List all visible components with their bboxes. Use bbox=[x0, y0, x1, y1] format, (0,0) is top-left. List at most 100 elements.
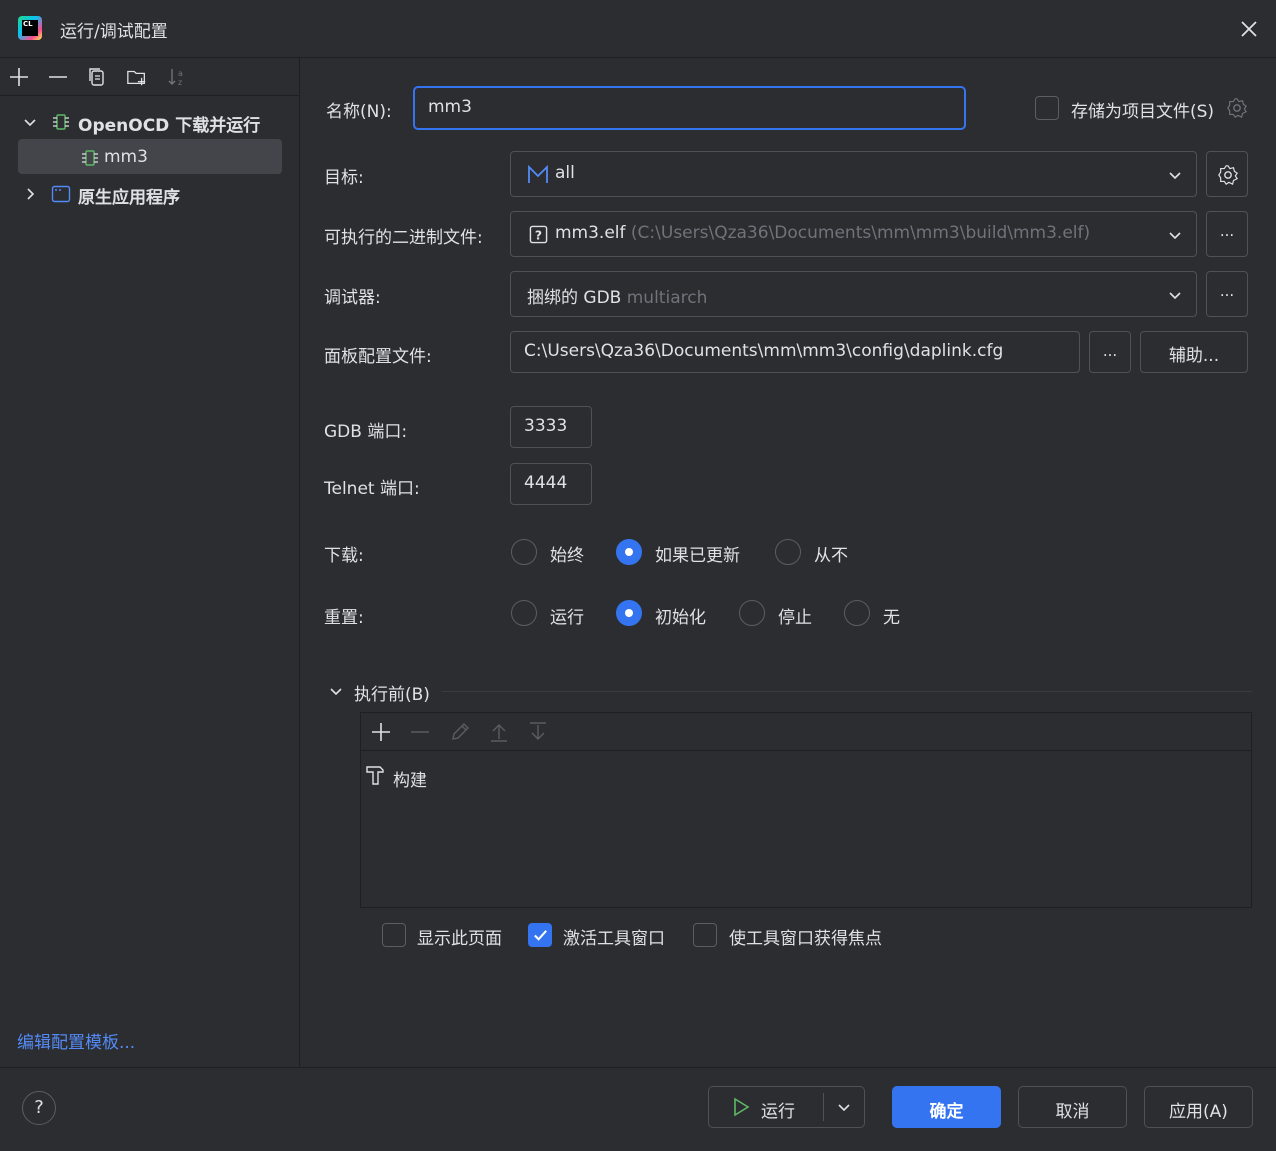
reset-init-radio[interactable] bbox=[616, 600, 642, 626]
logo-text: CL bbox=[22, 20, 38, 36]
chip-icon bbox=[82, 150, 98, 166]
focus-tool-window-checkbox[interactable] bbox=[693, 923, 717, 947]
run-button[interactable]: 运行 bbox=[708, 1086, 865, 1128]
title-bar: CL 运行/调试配置 bbox=[0, 0, 1276, 58]
store-project-file-checkbox[interactable] bbox=[1035, 96, 1059, 120]
executable-combo[interactable]: ? mm3.elf (C:\Users\Qza36\Documents\mm\m… bbox=[510, 211, 1197, 257]
reset-run-radio[interactable] bbox=[511, 600, 537, 626]
download-if-updated-radio[interactable] bbox=[616, 539, 642, 565]
gdb-port-input[interactable] bbox=[510, 406, 592, 448]
show-page-label: 显示此页面 bbox=[417, 929, 502, 949]
reset-run-label: 运行 bbox=[550, 608, 584, 628]
chevron-down-icon[interactable] bbox=[328, 683, 344, 699]
download-never-radio[interactable] bbox=[775, 539, 801, 565]
copy-icon[interactable] bbox=[86, 66, 108, 88]
before-launch-toolbar bbox=[361, 713, 1251, 751]
board-config-browse-button[interactable]: ... bbox=[1089, 331, 1131, 373]
help-button[interactable]: ? bbox=[22, 1091, 56, 1125]
target-combo[interactable]: all bbox=[510, 151, 1197, 197]
focus-tool-window-label: 使工具窗口获得焦点 bbox=[729, 929, 882, 949]
svg-text:a: a bbox=[178, 69, 183, 78]
reset-halt-radio[interactable] bbox=[739, 600, 765, 626]
dialog-footer: ? 运行 确定 取消 应用(A) bbox=[0, 1067, 1276, 1151]
download-always-radio[interactable] bbox=[511, 539, 537, 565]
edit-icon[interactable] bbox=[449, 721, 471, 743]
assist-button[interactable]: 辅助... bbox=[1140, 331, 1248, 373]
telnet-port-input-text[interactable] bbox=[524, 473, 588, 493]
apply-label: 应用(A) bbox=[1169, 1102, 1228, 1122]
before-launch-task-list: 构建 bbox=[360, 712, 1252, 908]
remove-icon[interactable] bbox=[409, 721, 431, 743]
target-label: 目标: bbox=[324, 168, 364, 188]
add-icon[interactable] bbox=[370, 721, 392, 743]
activate-tool-window-checkbox[interactable] bbox=[528, 923, 552, 947]
before-launch-title[interactable]: 执行前(B) bbox=[354, 680, 430, 705]
telnet-port-label: Telnet 端口: bbox=[324, 479, 420, 499]
move-down-icon[interactable] bbox=[527, 721, 549, 743]
run-label: 运行 bbox=[761, 1102, 795, 1122]
new-folder-icon[interactable] bbox=[126, 66, 148, 88]
executable-browse-button[interactable]: ... bbox=[1206, 211, 1248, 257]
target-settings-button[interactable] bbox=[1206, 151, 1248, 197]
tree-item-label: mm3 bbox=[104, 147, 148, 167]
ok-button[interactable]: 确定 bbox=[892, 1086, 1001, 1128]
chevron-down-icon[interactable] bbox=[22, 114, 38, 130]
apply-button[interactable]: 应用(A) bbox=[1144, 1086, 1253, 1128]
sort-icon[interactable]: a z bbox=[166, 66, 188, 88]
board-config-input[interactable] bbox=[510, 331, 1080, 373]
download-if-updated-label: 如果已更新 bbox=[655, 546, 740, 566]
cancel-label: 取消 bbox=[1055, 1102, 1090, 1122]
name-input[interactable] bbox=[413, 86, 966, 130]
activate-tool-window-label: 激活工具窗口 bbox=[563, 929, 665, 949]
tree-item-label: 原生应用程序 bbox=[78, 188, 180, 208]
target-value: all bbox=[555, 163, 575, 183]
chevron-right-icon[interactable] bbox=[22, 186, 38, 202]
name-input-text[interactable] bbox=[428, 97, 868, 117]
name-label: 名称(N): bbox=[326, 102, 392, 122]
chip-icon bbox=[53, 114, 69, 130]
store-project-file-label: 存储为项目文件(S) bbox=[1071, 102, 1215, 122]
show-page-checkbox[interactable] bbox=[382, 923, 406, 947]
tree-item-label: OpenOCD 下载并运行 bbox=[78, 116, 261, 136]
cancel-button[interactable]: 取消 bbox=[1018, 1086, 1127, 1128]
reset-label: 重置: bbox=[324, 608, 364, 628]
browse-label: ... bbox=[1102, 342, 1118, 360]
executable-label: 可执行的二进制文件: bbox=[324, 228, 483, 248]
hammer-icon bbox=[366, 766, 384, 785]
makefile-icon bbox=[528, 165, 548, 183]
telnet-port-input[interactable] bbox=[510, 463, 592, 505]
board-config-input-text[interactable] bbox=[524, 341, 1070, 361]
help-label: ? bbox=[34, 1097, 44, 1118]
download-never-label: 从不 bbox=[814, 546, 848, 566]
debugger-combo[interactable]: 捆绑的 GDB multiarch bbox=[510, 271, 1197, 317]
remove-icon[interactable] bbox=[47, 66, 69, 88]
move-up-icon[interactable] bbox=[488, 721, 510, 743]
add-icon[interactable] bbox=[8, 66, 30, 88]
debugger-hint: multiarch bbox=[626, 288, 708, 308]
chevron-down-icon bbox=[1169, 232, 1181, 240]
close-icon[interactable] bbox=[1236, 16, 1262, 42]
window-title: 运行/调试配置 bbox=[60, 22, 168, 42]
gear-icon[interactable] bbox=[1226, 97, 1248, 119]
debugger-label: 调试器: bbox=[324, 288, 381, 308]
browse-label: ... bbox=[1219, 282, 1235, 300]
list-item[interactable]: 构建 bbox=[361, 759, 1251, 793]
reset-halt-label: 停止 bbox=[778, 608, 812, 628]
chevron-down-icon[interactable] bbox=[837, 1100, 851, 1114]
executable-value: mm3.elf (C:\Users\Qza36\Documents\mm\mm3… bbox=[555, 223, 1090, 243]
task-label: 构建 bbox=[393, 771, 427, 791]
edit-templates-link[interactable]: 编辑配置模板... bbox=[17, 1028, 135, 1053]
debugger-browse-button[interactable]: ... bbox=[1206, 271, 1248, 317]
download-always-label: 始终 bbox=[550, 546, 584, 566]
svg-text:?: ? bbox=[535, 228, 542, 242]
board-config-label: 面板配置文件: bbox=[324, 347, 432, 367]
tree-item-mm3[interactable]: mm3 bbox=[0, 140, 300, 176]
play-icon bbox=[734, 1097, 750, 1117]
configurations-sidebar: a z OpenOCD 下载并运行 mm3 原生应用程序 编辑配置模板... bbox=[0, 58, 300, 1067]
reset-none-radio[interactable] bbox=[844, 600, 870, 626]
gdb-port-input-text[interactable] bbox=[524, 416, 588, 436]
tree-item-native-app[interactable]: 原生应用程序 bbox=[0, 176, 300, 212]
tree-item-openocd[interactable]: OpenOCD 下载并运行 bbox=[0, 104, 300, 140]
debugger-value: 捆绑的 GDB multiarch bbox=[527, 283, 707, 308]
executable-path-hint: (C:\Users\Qza36\Documents\mm\mm3\build\m… bbox=[630, 223, 1091, 243]
